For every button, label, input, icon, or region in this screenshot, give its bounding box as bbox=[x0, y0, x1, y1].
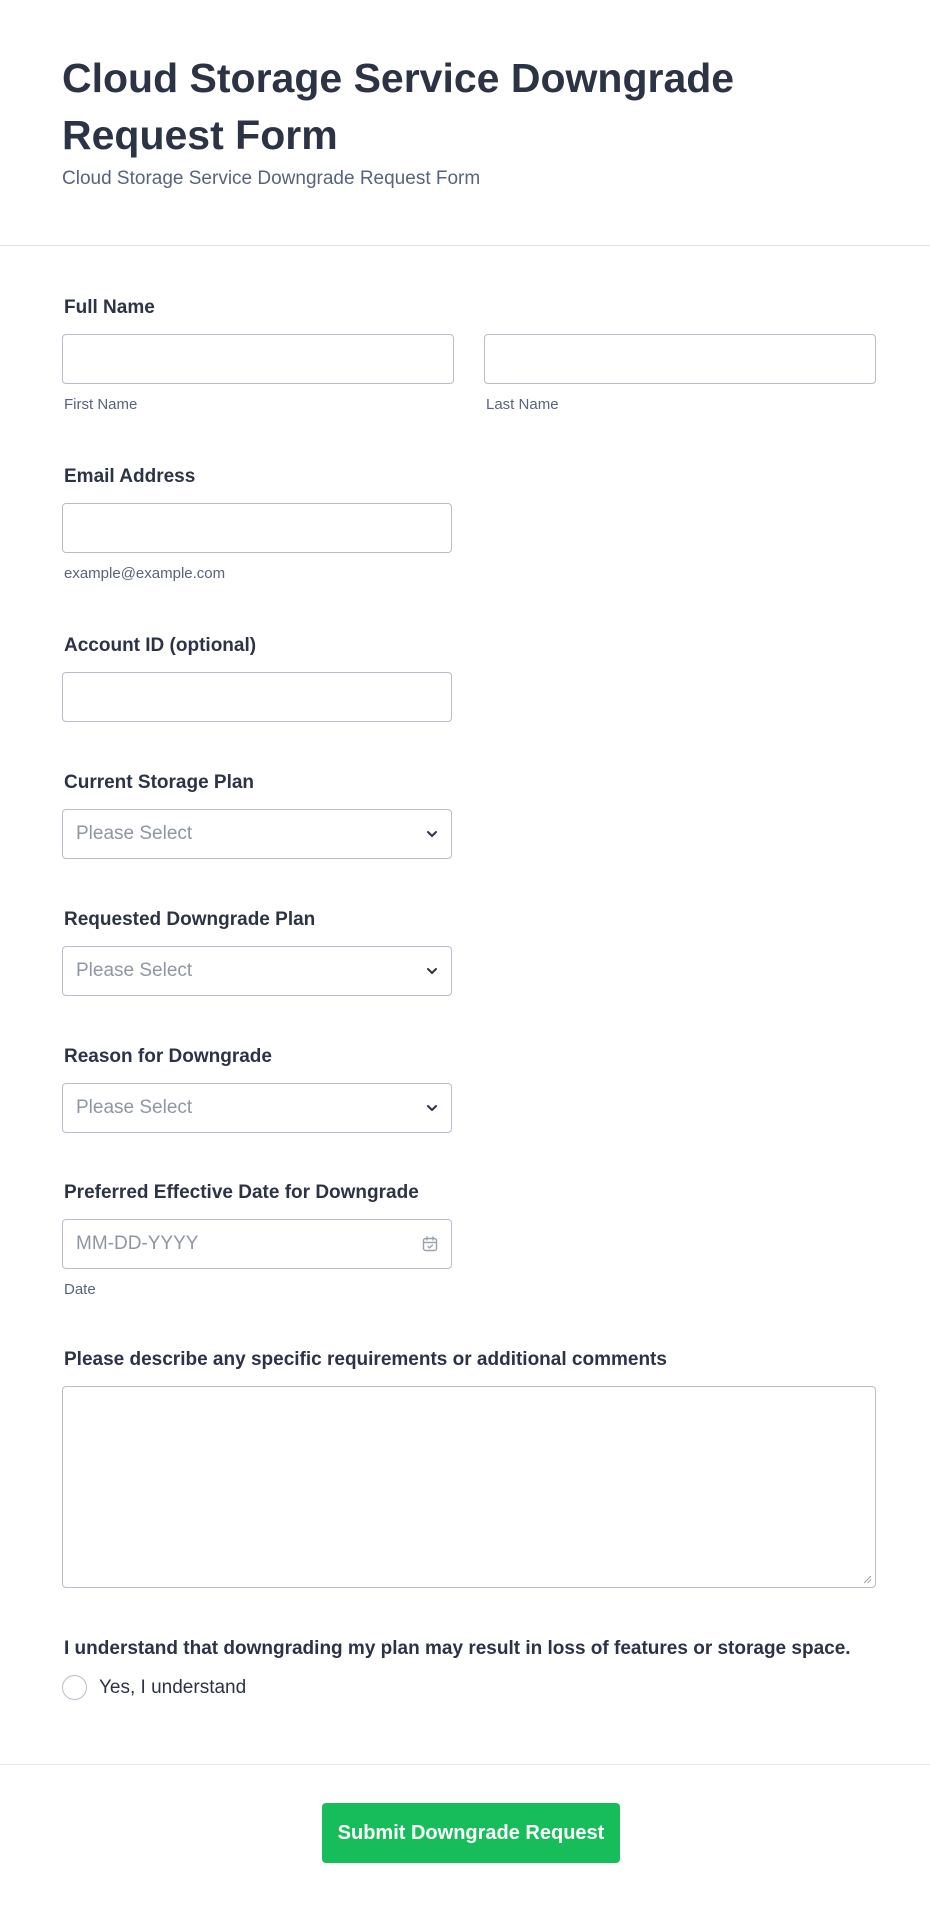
current-plan-field: Current Storage Plan Please Select bbox=[62, 771, 452, 859]
form-title: Cloud Storage Service Downgrade Request … bbox=[62, 55, 735, 158]
account-id-input[interactable] bbox=[62, 672, 452, 722]
first-name-input[interactable] bbox=[62, 334, 454, 384]
acknowledge-label: I understand that downgrading my plan ma… bbox=[64, 1638, 851, 1659]
full-name-field: Full Name First Name Last Name bbox=[62, 296, 876, 413]
last-name-sublabel: Last Name bbox=[486, 396, 559, 413]
comments-field: Please describe any specific requirement… bbox=[62, 1348, 876, 1588]
last-name-input[interactable] bbox=[484, 334, 876, 384]
chevron-down-icon bbox=[427, 1105, 437, 1111]
acknowledge-field: I understand that downgrading my plan ma… bbox=[62, 1637, 876, 1700]
comments-textarea[interactable] bbox=[62, 1386, 876, 1588]
reason-selected: Please Select bbox=[76, 1097, 193, 1118]
comments-label: Please describe any specific requirement… bbox=[64, 1349, 667, 1370]
email-sublabel: example@example.com bbox=[64, 565, 226, 582]
acknowledge-radio[interactable] bbox=[62, 1675, 87, 1700]
requested-plan-select[interactable]: Please Select bbox=[62, 946, 452, 996]
requested-plan-field: Requested Downgrade Plan Please Select bbox=[62, 908, 452, 996]
form-subtitle: Cloud Storage Service Downgrade Request … bbox=[62, 168, 481, 189]
form-page: Cloud Storage Service Downgrade Request … bbox=[0, 0, 930, 1911]
full-name-label: Full Name bbox=[64, 297, 155, 318]
effective-date-input[interactable]: MM-DD-YYYY bbox=[62, 1219, 452, 1269]
email-input[interactable] bbox=[62, 503, 452, 553]
effective-date-field: Preferred Effective Date for Downgrade M… bbox=[62, 1181, 452, 1298]
email-field: Email Address example@example.com bbox=[62, 465, 452, 582]
account-id-field: Account ID (optional) bbox=[62, 634, 452, 722]
requested-plan-selected: Please Select bbox=[76, 960, 193, 981]
reason-field: Reason for Downgrade Please Select bbox=[62, 1045, 452, 1133]
calendar-icon[interactable] bbox=[421, 1235, 439, 1253]
first-name-sublabel: First Name bbox=[64, 396, 138, 413]
current-plan-label: Current Storage Plan bbox=[64, 772, 255, 793]
acknowledge-option-label: Yes, I understand bbox=[99, 1676, 247, 1698]
reason-label: Reason for Downgrade bbox=[64, 1046, 272, 1067]
effective-date-placeholder: MM-DD-YYYY bbox=[76, 1233, 199, 1254]
resize-grip-icon[interactable] bbox=[862, 1574, 872, 1584]
reason-select[interactable]: Please Select bbox=[62, 1083, 452, 1133]
effective-date-label: Preferred Effective Date for Downgrade bbox=[64, 1182, 419, 1203]
effective-date-sublabel: Date bbox=[64, 1281, 96, 1298]
account-id-label: Account ID (optional) bbox=[64, 635, 257, 656]
current-plan-selected: Please Select bbox=[76, 823, 193, 844]
chevron-down-icon bbox=[427, 968, 437, 974]
submit-button[interactable]: Submit Downgrade Request bbox=[322, 1803, 620, 1863]
email-label: Email Address bbox=[64, 466, 196, 487]
requested-plan-label: Requested Downgrade Plan bbox=[64, 909, 316, 930]
current-plan-select[interactable]: Please Select bbox=[62, 809, 452, 859]
chevron-down-icon bbox=[427, 831, 437, 837]
acknowledge-option[interactable]: Yes, I understand bbox=[62, 1675, 876, 1700]
footer-divider bbox=[0, 1764, 930, 1765]
form-header: Cloud Storage Service Downgrade Request … bbox=[0, 0, 930, 246]
